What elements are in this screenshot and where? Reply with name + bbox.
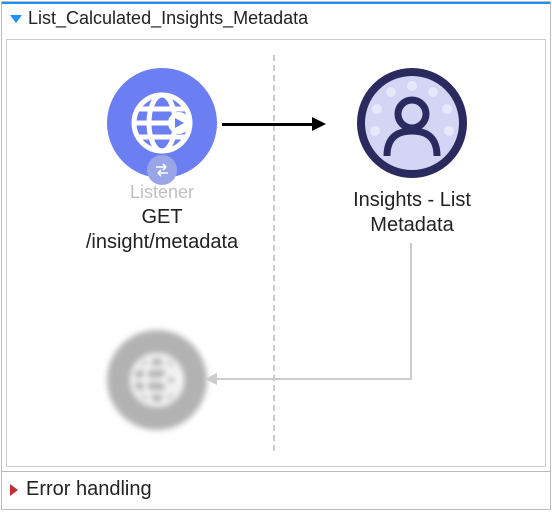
panel-title: List_Calculated_Insights_Metadata [28,8,308,29]
connector-vertical [410,243,412,380]
globe-return-icon [107,330,207,430]
flow-canvas[interactable]: Listener GET /insight/metadata [6,39,546,467]
globe-icon [107,68,217,178]
error-section-header[interactable]: Error handling [2,471,550,509]
exchange-icon [147,155,177,185]
chevron-down-icon [10,15,22,23]
listener-label: Listener [82,182,242,203]
connector-horizontal [217,378,412,380]
connector-arrow-icon [205,373,217,385]
panel-header[interactable]: List_Calculated_Insights_Metadata [2,2,550,35]
response-node[interactable] [97,330,217,430]
insights-sublabel: Insights - List Metadata [327,188,497,238]
arrow-head-icon [312,117,326,131]
listener-node[interactable]: Listener GET /insight/metadata [82,68,242,255]
flow-panel: List_Calculated_Insights_Metadata [1,1,551,510]
error-label: Error handling [26,478,152,501]
arrow-connector [222,123,312,126]
insights-node[interactable]: Insights - List Metadata [327,68,497,238]
chevron-right-icon [10,484,18,496]
person-icon [357,68,467,178]
listener-sublabel: GET /insight/metadata [82,205,242,255]
scope-divider [273,55,275,451]
